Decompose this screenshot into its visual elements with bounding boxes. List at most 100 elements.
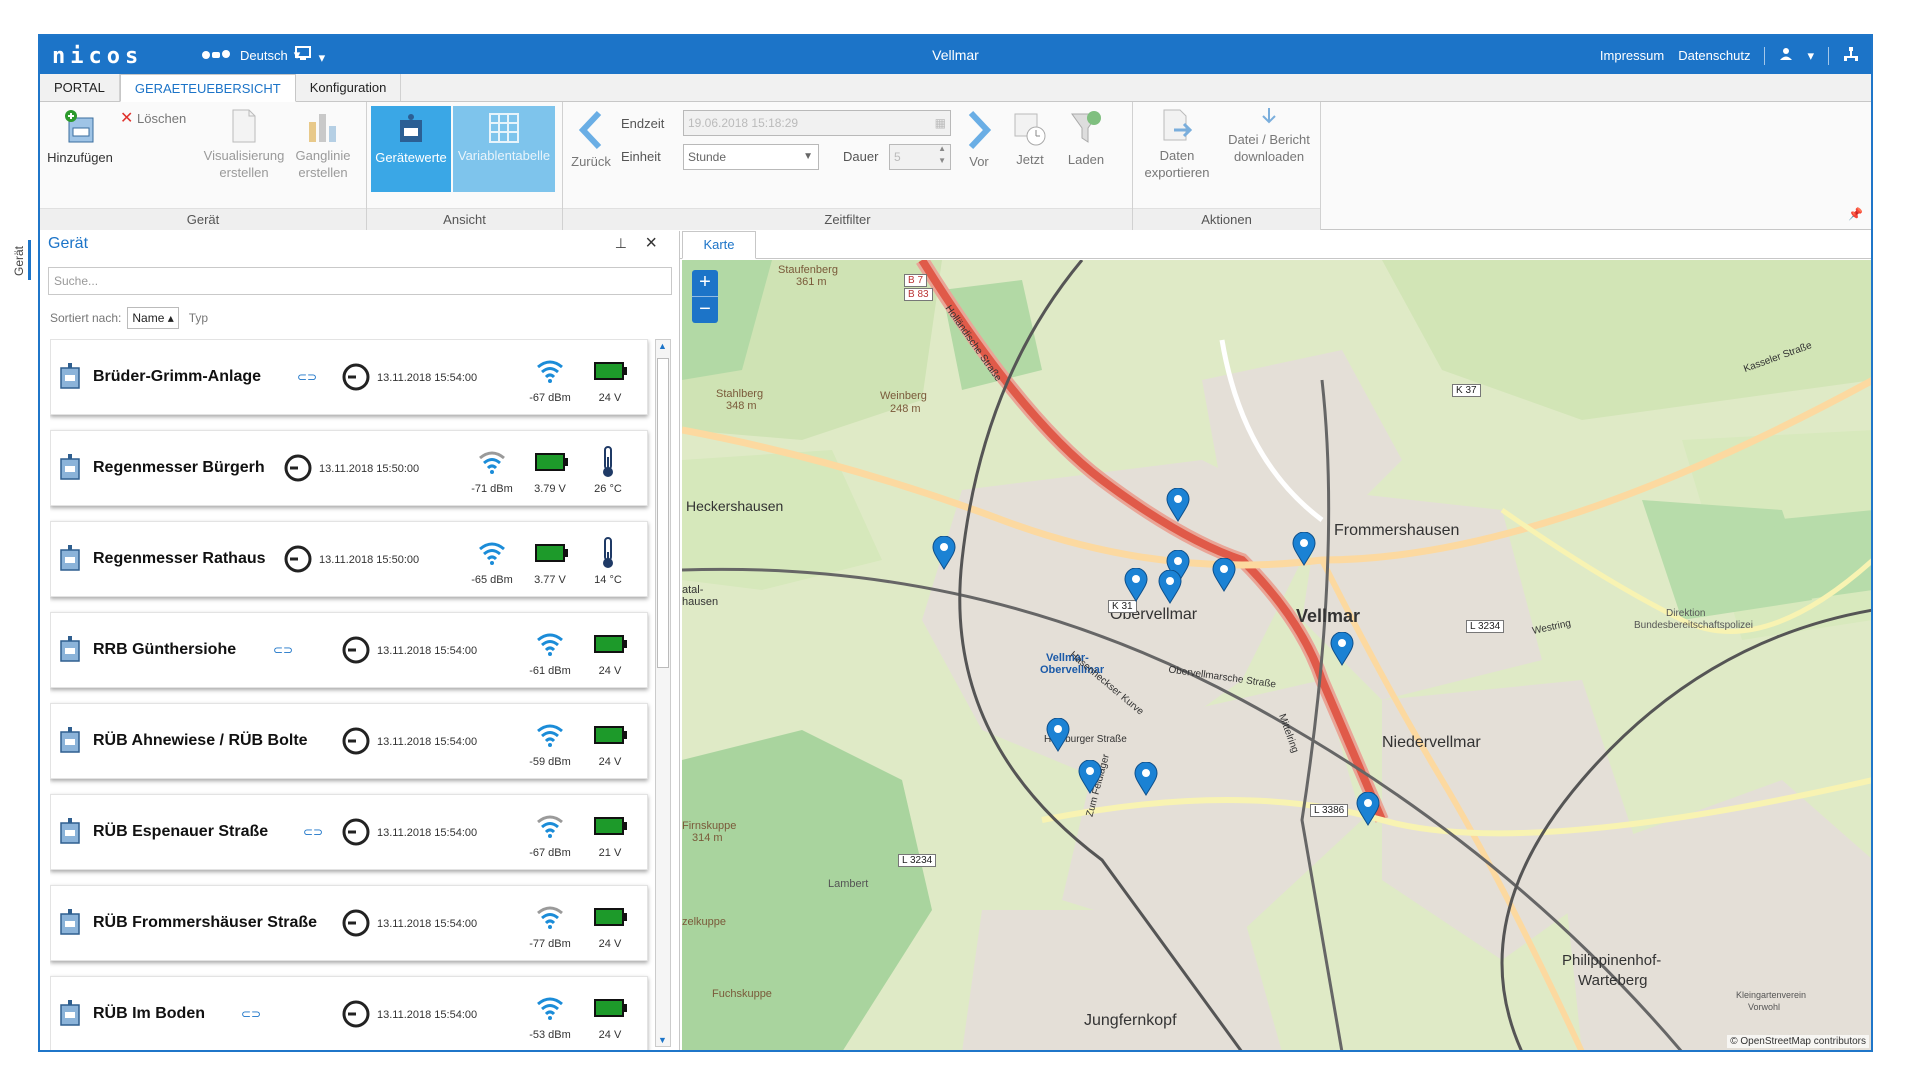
close-icon[interactable]: × — [645, 232, 657, 255]
export-label-2: exportieren — [1144, 165, 1210, 180]
device-timestamp: 13.11.2018 15:50:00 — [319, 554, 420, 566]
battery-icon — [594, 999, 627, 1017]
globe-icon — [202, 50, 230, 59]
road-shield: K 37 — [1452, 384, 1481, 397]
dauer-stepper[interactable]: 5 ▲ ▼ — [889, 144, 951, 170]
create-visualization-button[interactable]: Visualisierung erstellen — [202, 108, 286, 194]
device-icon — [60, 545, 80, 571]
map-marker-icon[interactable] — [932, 536, 956, 570]
variablentabelle-button[interactable]: Variablentabelle — [453, 106, 555, 192]
device-card[interactable]: RÜB Espenauer Straße ⊂⊃ 13.11.2018 15:54… — [50, 794, 648, 870]
side-tab-geraet[interactable]: Gerät — [10, 240, 34, 300]
device-timestamp: 13.11.2018 15:54:00 — [377, 645, 478, 657]
add-device-label: Hinzufügen — [47, 150, 113, 165]
map-marker-icon[interactable] — [1134, 762, 1158, 796]
map-marker-icon[interactable] — [1124, 568, 1148, 602]
signal-strength: -53 dBm — [529, 1029, 571, 1041]
language-label: Deutsch — [240, 47, 288, 63]
title-bar: nicos Deutsch ▾ ▾ Vellmar Impressum Date… — [40, 36, 1871, 74]
impressum-link[interactable]: Impressum — [1600, 48, 1664, 63]
map-marker-icon[interactable] — [1166, 488, 1190, 522]
download-report-button[interactable]: Datei / Bericht downloaden — [1221, 106, 1317, 186]
zoom-in-button[interactable]: + — [692, 270, 718, 296]
filter-icon — [1071, 111, 1101, 143]
map-marker-icon[interactable] — [1046, 718, 1070, 752]
tab-karte[interactable]: Karte — [682, 231, 756, 259]
geraetewerte-button[interactable]: Gerätewerte — [371, 106, 451, 192]
add-device-button[interactable]: Hinzufügen — [44, 108, 116, 168]
device-card[interactable]: RRB Günthersiohe ⊂⊃ 13.11.2018 15:54:00 … — [50, 612, 648, 688]
search-placeholder: Suche... — [54, 274, 99, 288]
device-list-scrollbar[interactable]: ▲ ▼ — [655, 339, 671, 1047]
map-marker-icon[interactable] — [1356, 792, 1380, 826]
calendar-icon[interactable]: ▦ — [935, 111, 946, 135]
map-attribution[interactable]: © OpenStreetMap contributors — [1727, 1035, 1869, 1048]
wifi-icon — [537, 815, 563, 838]
device-card[interactable]: Brüder-Grimm-Anlage ⊂⊃ 13.11.2018 15:54:… — [50, 339, 648, 415]
load-button[interactable]: Laden — [1059, 108, 1113, 178]
user-icon[interactable] — [1779, 47, 1793, 64]
pin-icon[interactable]: ⊥ — [615, 235, 627, 252]
map-label: Heckershausen — [686, 498, 784, 514]
ribbon-pin-icon[interactable]: 📌 — [1848, 207, 1863, 221]
create-visualization-label-2: erstellen — [219, 165, 269, 180]
divider — [1764, 46, 1766, 65]
scroll-down-icon[interactable]: ▼ — [658, 1035, 667, 1045]
device-card[interactable]: RÜB Im Boden ⊂⊃ 13.11.2018 15:54:00 -53 … — [50, 976, 648, 1050]
language-selector[interactable]: Deutsch ▾ — [200, 47, 300, 63]
sort-by-type-button[interactable]: Typ — [189, 311, 208, 325]
tab-portal[interactable]: PORTAL — [40, 74, 120, 101]
temperature: 26 °C — [594, 483, 622, 495]
ribbon-group-label: Zeitfilter — [563, 208, 1132, 230]
device-name: Regenmesser Bürgerh — [93, 459, 265, 476]
tab-konfiguration[interactable]: Konfiguration — [296, 74, 402, 101]
device-card[interactable]: Regenmesser Rathaus 13.11.2018 15:50:00 … — [50, 521, 648, 597]
network-icon[interactable] — [1843, 46, 1859, 65]
map-label: Firnskuppe — [682, 820, 737, 832]
search-input[interactable]: Suche... — [48, 267, 672, 295]
now-button[interactable]: Jetzt — [1005, 108, 1055, 178]
back-label: Zurück — [571, 154, 611, 169]
display-selector[interactable]: ▾ — [295, 46, 325, 66]
zoom-out-button[interactable]: − — [692, 297, 718, 323]
device-card[interactable]: Regenmesser Bürgerh 13.11.2018 15:50:00 … — [50, 430, 648, 506]
endzeit-input[interactable]: 19.06.2018 15:18:29 ▦ — [683, 110, 951, 136]
device-card[interactable]: RÜB Frommershäuser Straße 13.11.2018 15:… — [50, 885, 648, 961]
chevron-right-icon — [968, 110, 992, 150]
add-device-icon — [65, 110, 94, 143]
map-label: Weinberg — [880, 390, 927, 402]
map-label: Niedervellmar — [1382, 734, 1481, 751]
chevron-down-icon[interactable]: ▾ — [1807, 48, 1814, 64]
link-icon: ⊂⊃ — [241, 1007, 262, 1021]
tab-geraeteuebersicht[interactable]: GERAETEUEBERSICHT — [119, 74, 296, 102]
device-card[interactable]: RÜB Ahnewiese / RÜB Bolte 13.11.2018 15:… — [50, 703, 648, 779]
device-name: RÜB Espenauer Straße — [93, 823, 269, 840]
device-panel-title: Gerät — [48, 235, 89, 252]
link-icon: ⊂⊃ — [303, 825, 324, 839]
device-timestamp: 13.11.2018 15:50:00 — [319, 463, 420, 475]
einheit-select[interactable]: Stunde ▼ — [683, 144, 819, 170]
map-view[interactable]: + − Vellmar Frommershausen Obervellmar N… — [682, 260, 1871, 1050]
ribbon-group-zeitfilter: Zurück Endzeit 19.06.2018 15:18:29 ▦ Ein… — [563, 102, 1133, 230]
map-marker-icon[interactable] — [1292, 532, 1316, 566]
map-marker-icon[interactable] — [1212, 558, 1236, 592]
chevron-left-icon — [578, 110, 602, 150]
map-marker-icon[interactable] — [1078, 760, 1102, 794]
map-label: Frommershausen — [1334, 522, 1460, 539]
device-panel: Gerät ⊥ × Suche... Sortiert nach: Name ▴… — [40, 231, 680, 1050]
battery-icon — [594, 635, 627, 653]
delete-button[interactable]: ✕ Löschen — [120, 110, 202, 130]
map-marker-icon[interactable] — [1158, 570, 1182, 604]
back-button[interactable]: Zurück — [569, 110, 613, 180]
scrollbar-thumb[interactable] — [657, 358, 669, 668]
stepper-arrows-icon[interactable]: ▲ ▼ — [938, 143, 946, 167]
datenschutz-link[interactable]: Datenschutz — [1678, 48, 1750, 63]
road-shield: L 3234 — [898, 854, 937, 867]
create-ganglinie-button[interactable]: Ganglinie erstellen — [288, 108, 358, 194]
map-marker-icon[interactable] — [1330, 632, 1354, 666]
sort-by-name-button[interactable]: Name ▴ — [127, 307, 179, 329]
forward-button[interactable]: Vor — [959, 110, 999, 180]
scroll-up-icon[interactable]: ▲ — [658, 341, 667, 351]
export-data-button[interactable]: Daten exportieren — [1137, 108, 1217, 194]
temperature: 14 °C — [594, 574, 622, 586]
